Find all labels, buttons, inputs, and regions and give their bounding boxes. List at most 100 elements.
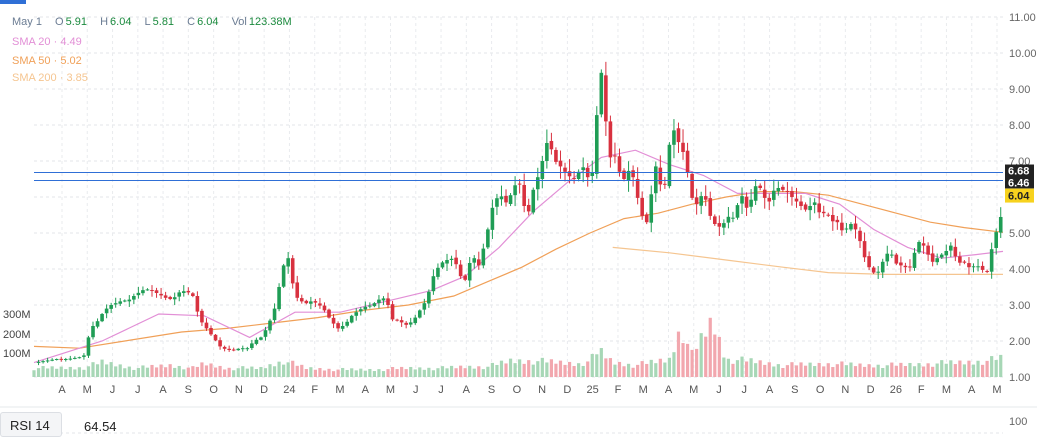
candle-body	[304, 300, 309, 304]
candle-body	[930, 253, 935, 262]
stock-chart[interactable]: 11.0010.009.008.007.006.005.004.003.002.…	[0, 0, 1037, 437]
sma200-legend[interactable]: SMA 200 · 3.85	[12, 72, 88, 84]
price-tick-label: 3.00	[1009, 300, 1030, 312]
volume-bar	[545, 362, 549, 377]
candle-body	[554, 149, 558, 162]
volume-bar	[36, 368, 41, 377]
volume-bar	[985, 360, 989, 377]
candle-body	[77, 357, 82, 359]
candle-body	[840, 222, 844, 231]
candle-body	[504, 195, 508, 203]
x-tick-label: J	[742, 384, 748, 396]
volume-bar	[708, 317, 712, 377]
candle-body	[309, 301, 313, 304]
volume-bar	[731, 363, 735, 377]
price-tick-label: 11.00	[1009, 12, 1036, 24]
x-tick-label: J	[413, 384, 419, 396]
legend-close: 6.04	[197, 16, 219, 28]
volume-bar	[667, 357, 672, 377]
candle-body	[349, 315, 354, 323]
volume-bar	[940, 360, 944, 377]
x-tick-label: D	[867, 384, 875, 396]
price-tick-label: 4.00	[1009, 264, 1030, 276]
candle-body	[753, 186, 758, 201]
candle-body	[967, 263, 971, 268]
volume-bar	[413, 369, 417, 377]
sma20-legend[interactable]: SMA 20 · 4.49	[12, 36, 82, 48]
x-tick-label: A	[362, 384, 370, 396]
candle-body	[390, 304, 395, 320]
sma50-legend[interactable]: SMA 50 · 5.02	[12, 55, 82, 67]
volume-bar	[449, 365, 454, 377]
candle-body	[513, 185, 517, 196]
volume-bar	[164, 367, 168, 377]
volume-bar	[577, 363, 581, 377]
volume-bar	[41, 366, 45, 377]
candle-body	[381, 298, 386, 301]
volume-bar	[191, 366, 195, 377]
volume-bar	[695, 348, 699, 377]
volume-bar	[894, 365, 898, 377]
volume-bar	[604, 358, 608, 377]
volume-bar	[772, 366, 776, 377]
volume-bar	[499, 360, 504, 377]
volume-bar	[327, 368, 331, 377]
x-tick-label: O	[816, 384, 825, 396]
candle-body	[431, 276, 436, 292]
candle-body	[658, 167, 663, 185]
candle-body	[926, 245, 930, 255]
volume-bar	[722, 357, 726, 377]
volume-bar	[726, 358, 731, 377]
volume-bar	[613, 364, 617, 377]
volume-bar	[386, 369, 390, 377]
volume-bar	[949, 360, 953, 377]
x-tick-label: A	[159, 384, 167, 396]
candle-body	[771, 190, 776, 200]
candle-body	[608, 121, 613, 158]
candle-body	[781, 186, 785, 190]
candle-body	[876, 271, 880, 273]
volume-bar	[962, 364, 967, 377]
candle-body	[245, 348, 250, 350]
volume-bar	[55, 368, 59, 377]
rsi-indicator-label[interactable]: RSI 14	[0, 412, 62, 437]
volume-bar	[958, 360, 962, 377]
volume-bar	[840, 361, 844, 377]
volume-bar	[186, 367, 190, 377]
volume-bar	[436, 368, 440, 377]
sma50-sep: ·	[53, 55, 58, 67]
volume-bar	[422, 369, 426, 377]
candle-body	[68, 358, 73, 360]
candle-body	[36, 361, 41, 363]
volume-bar	[77, 367, 81, 377]
volume-bar	[558, 360, 563, 377]
volume-bar	[917, 363, 921, 377]
volume-bar	[522, 363, 526, 377]
candle-body	[690, 173, 694, 198]
candle-body	[236, 348, 241, 351]
candle-body	[722, 223, 726, 228]
candle-body	[377, 299, 381, 303]
volume-bar	[663, 362, 667, 377]
volume-bar	[872, 367, 876, 377]
volume-bar	[822, 366, 826, 377]
candle-body	[563, 167, 567, 172]
volume-bar	[300, 364, 304, 377]
candle-body	[386, 298, 390, 305]
volume-tick-label: 100M	[3, 348, 31, 360]
volume-bar	[785, 365, 790, 377]
sma20-value: 4.49	[60, 36, 82, 48]
candle-body	[118, 301, 123, 304]
candle-body	[499, 196, 504, 200]
volume-bar	[291, 360, 295, 377]
candle-body	[445, 260, 449, 264]
candle-body	[109, 305, 113, 309]
volume-bar	[631, 367, 635, 377]
rsi-value: 64.54	[84, 419, 117, 434]
x-tick-label: 26	[890, 384, 902, 396]
volume-bar	[177, 365, 181, 377]
candle-body	[281, 265, 286, 287]
volume-bar	[640, 361, 644, 377]
volume-bar	[141, 365, 145, 377]
volume-bar	[331, 371, 336, 377]
